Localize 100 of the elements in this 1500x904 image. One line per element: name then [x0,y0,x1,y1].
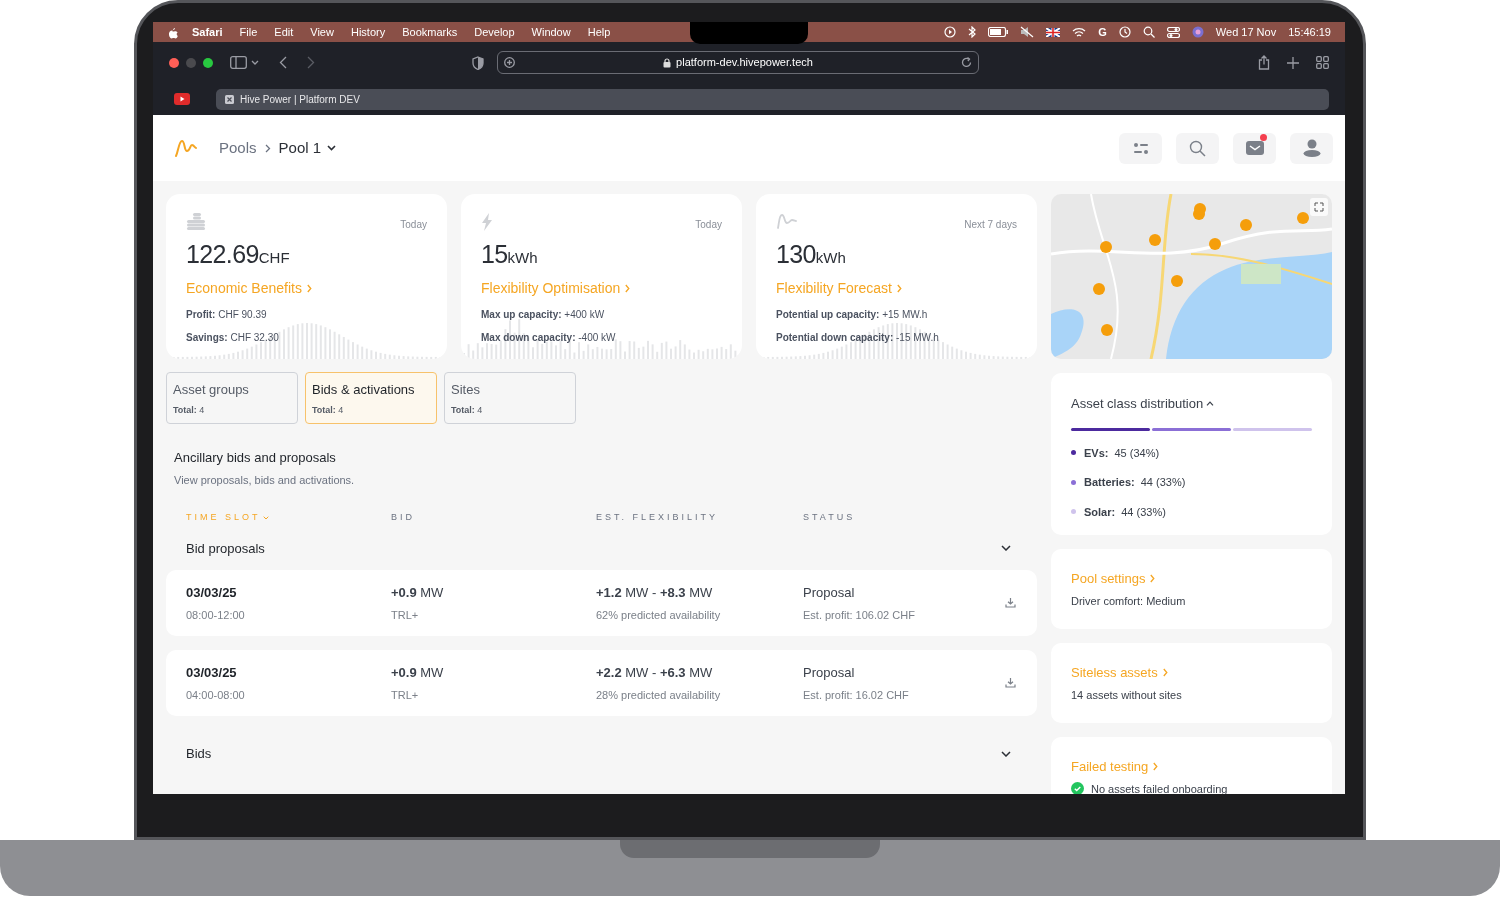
value-text: 15 [481,239,508,270]
table-cell-text: 03/03/25 [186,583,237,602]
muted-icon [1020,26,1035,38]
date-text: Wed 17 Nov [1215,24,1277,40]
clock-text: 15:46:19 [1288,24,1331,40]
table-cell-text: Est. profit: 106.02 CHF [803,608,915,623]
envelope-icon [1245,140,1264,156]
table-cell-text: Proposal [803,583,855,602]
breadcrumb-link[interactable]: Pools [219,136,257,160]
tab[interactable]: Bids & activations Total: 4 [305,372,437,424]
tab[interactable]: Asset groups Total: 4 [166,372,298,424]
video-favicon-icon[interactable] [174,93,190,105]
lock-icon [663,57,672,68]
search-icon [1189,139,1206,157]
table-cell-text: 03/03/25 [186,663,237,682]
bolt-icon [481,213,493,231]
legend-label: Batteries: [1084,475,1135,490]
status-text[interactable]: G [1098,23,1107,41]
detail-text: Potential down capacity: -15 MW.h [776,330,939,345]
menu-item[interactable]: Window [531,23,571,41]
play-circle-icon [944,26,957,38]
back-icon[interactable] [279,56,287,69]
menu-item[interactable]: Bookmarks [402,23,458,41]
unit-text: kWh [507,249,538,268]
chevron-right-icon [264,143,271,153]
tabs-grid-icon[interactable] [1316,56,1329,69]
expand-icon [1314,202,1324,212]
legend-label: Solar: [1084,504,1116,520]
detail-text: Profit: CHF 90.39 [186,307,267,322]
period-label: Today [695,218,722,232]
coins-icon [186,213,206,231]
reload-icon [961,57,972,68]
user-icon [1302,139,1321,157]
chevron-right-icon [1153,762,1159,772]
column-header[interactable]: BID [391,511,415,525]
menu-item[interactable]: View [310,23,334,41]
chevron-down-icon[interactable] [1001,545,1011,552]
download-icon[interactable] [1005,597,1016,608]
download-icon[interactable] [1005,677,1016,688]
bluetooth-icon [968,26,977,38]
messages-button[interactable] [1233,132,1276,164]
tab[interactable]: Sites Total: 4 [444,372,576,424]
chevron-down-icon[interactable] [1001,750,1011,757]
table-cell-text: +0.9 MW [391,663,444,682]
window-dot-icon [203,57,213,68]
column-header[interactable]: STATUS [803,511,856,525]
table-cell-text: 28% predicted availability [596,688,721,703]
legend-value: 44 (33%) [1140,475,1186,490]
info-text: No assets failed onboarding [1091,781,1228,794]
period-label: Next 7 days [964,218,1017,232]
unit-text: CHF [258,249,290,268]
plus-icon[interactable] [1287,56,1299,69]
table-cell-text: 62% predicted availability [596,608,721,623]
share-icon[interactable] [1258,55,1270,70]
unit-text: kWh [815,249,846,268]
chevron-down-icon[interactable] [251,59,259,66]
chevron-right-icon [625,283,631,293]
profile-button[interactable] [1290,132,1333,164]
clock-icon [1118,26,1131,38]
filter-button[interactable] [1119,132,1162,164]
table-cell-text: Est. profit: 16.02 CHF [803,688,909,703]
breadcrumb-link[interactable]: Pool 1 [278,136,322,160]
flag-icon [1046,27,1061,37]
detail-text: Savings: CHF 32.30 [186,330,279,345]
legend-value: 45 (34%) [1114,445,1160,461]
search-button[interactable] [1176,132,1219,164]
value-text: 130 [776,239,816,270]
menu-item[interactable]: Edit [274,23,294,41]
menu-item[interactable]: File [239,23,258,41]
group-title: Bids [186,745,212,763]
period-label: Today [400,218,427,232]
menu-item[interactable]: Develop [474,23,515,41]
table-cell-text: +0.9 MW [391,583,444,602]
sliders-icon [1132,141,1149,155]
url-text: platform-dev.hivepower.tech [676,55,813,71]
column-header[interactable]: EST. FLEXIBILITY [596,511,719,525]
favicon-icon [225,94,234,104]
window-dot-icon [169,57,179,68]
detail-text: Max down capacity: -400 kW [481,330,616,345]
menu-item[interactable]: History [350,23,386,41]
table-row[interactable]: 03/03/25 08:00-12:00 +0.9 MW TRL+ +1.2 MW - +8.3 MW 62% predicted availability Proposal Est. profit: 106.02 CHF [166,570,1037,636]
menu-item[interactable]: Help [587,23,611,41]
detail-text: Max up capacity: +400 kW [481,307,605,322]
menu-item[interactable]: Safari [192,23,223,41]
table-row[interactable]: 03/03/25 04:00-08:00 +0.9 MW TRL+ +2.2 MW - +6.3 MW 28% predicted availability Proposal Est. profit: 16.02 CHF [166,650,1037,716]
section-title: Ancillary bids and proposals [174,449,337,467]
caret-icon[interactable] [327,145,337,151]
wave-icon [776,213,798,229]
group-title: Bid proposals [186,539,265,558]
wifi-icon [1072,26,1087,38]
sidebar-icon[interactable] [230,56,247,69]
forward-icon[interactable] [307,56,315,69]
shield-icon[interactable] [472,55,484,70]
toggles-icon [1166,26,1180,38]
search-icon [1142,26,1155,38]
table-cell-text: Proposal [803,663,855,682]
apple-icon [167,25,178,39]
address-bar[interactable]: platform-dev.hivepower.tech [497,51,979,74]
distribution-toggle[interactable]: Asset class distribution [1071,394,1312,414]
browser-tab[interactable]: Hive Power | Platform DEV [216,88,1329,110]
